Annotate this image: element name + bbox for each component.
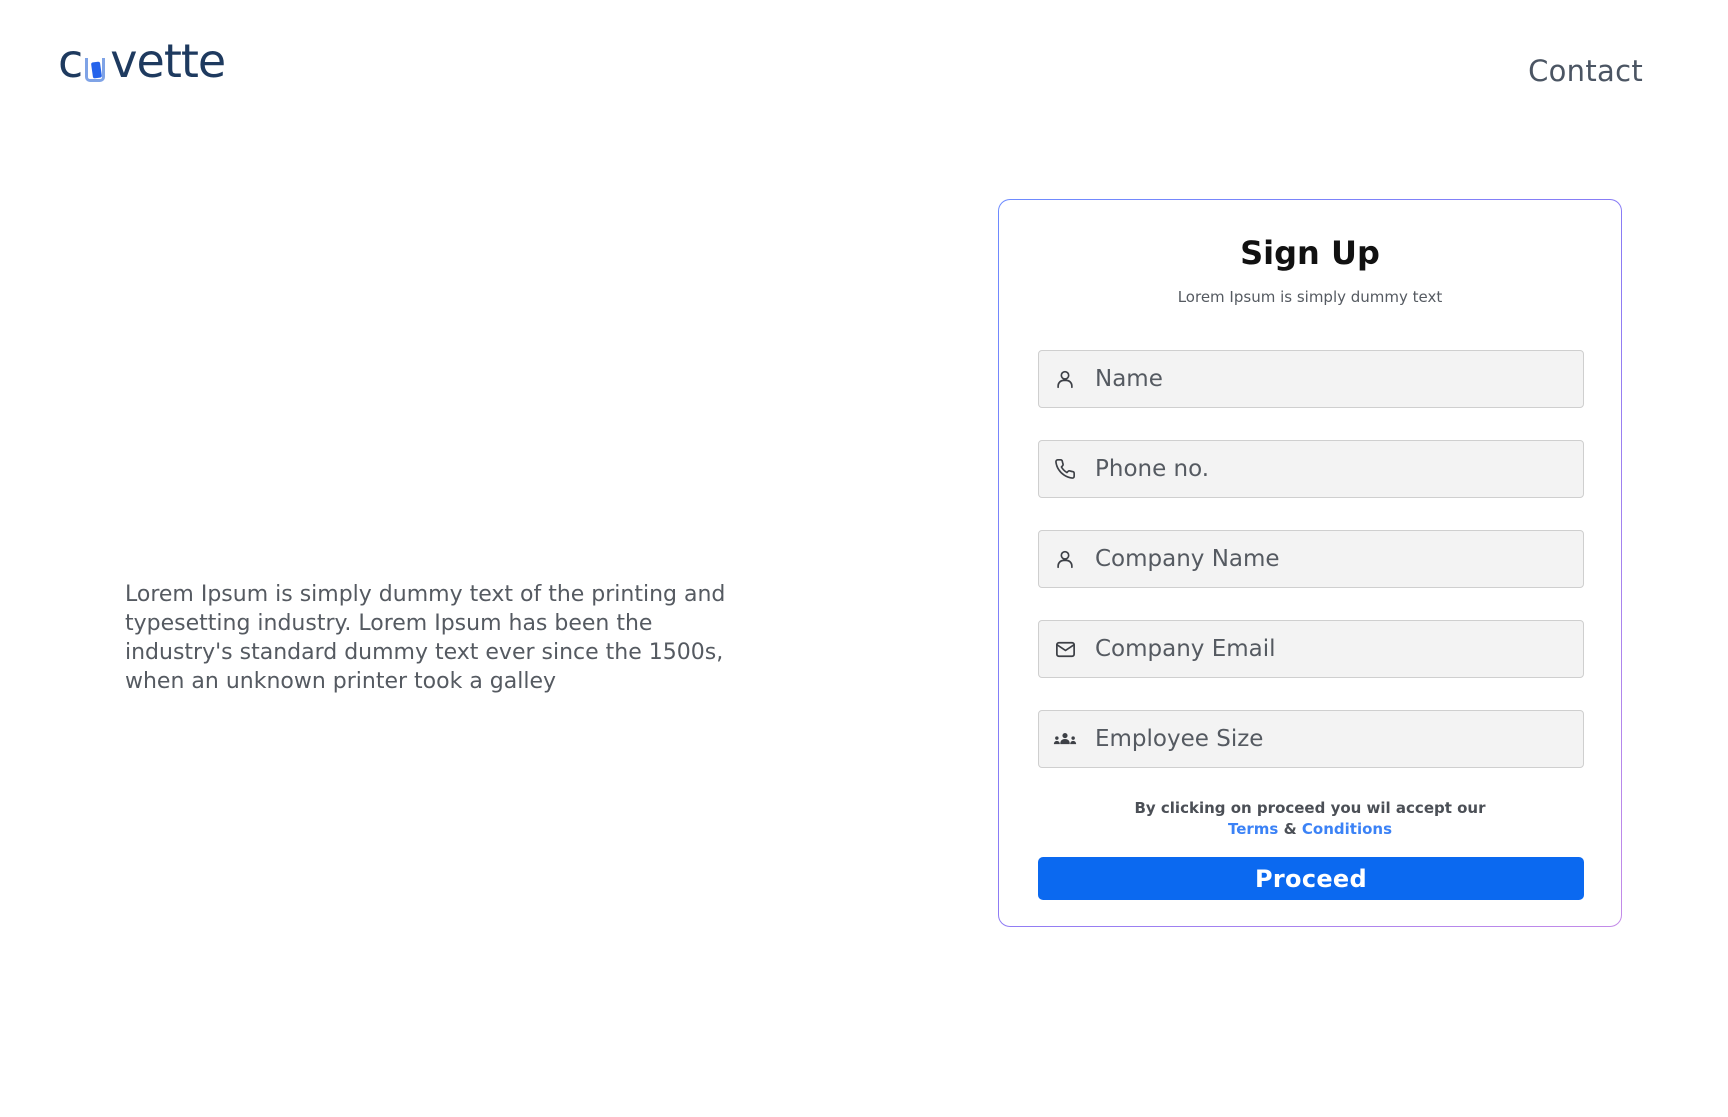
logo-cup-icon <box>83 52 109 82</box>
employee-size-field[interactable] <box>1038 710 1584 768</box>
group-icon <box>1053 727 1077 751</box>
signup-subtitle: Lorem Ipsum is simply dummy text <box>1177 288 1443 306</box>
terms-text: By clicking on proceed you wil accept ou… <box>1134 799 1486 817</box>
proceed-button[interactable]: Proceed <box>1038 857 1584 900</box>
user-icon <box>1053 367 1077 391</box>
user-icon <box>1053 547 1077 571</box>
intro-text: Lorem Ipsum is simply dummy text of the … <box>125 582 726 694</box>
signup-card: Sign Up Lorem Ipsum is simply dummy text <box>998 199 1622 927</box>
company-name-field[interactable] <box>1038 530 1584 588</box>
name-input[interactable] <box>1093 365 1583 393</box>
name-field[interactable] <box>1038 350 1584 408</box>
phone-input[interactable] <box>1093 455 1583 483</box>
phone-field[interactable] <box>1038 440 1584 498</box>
company-email-input[interactable] <box>1093 635 1583 663</box>
signup-title: Sign Up <box>1240 234 1380 272</box>
terms-ampersand: & <box>1283 820 1297 838</box>
employee-size-input[interactable] <box>1093 725 1583 753</box>
logo[interactable]: c vette <box>58 34 226 88</box>
page: c vette Contact Lorem Ipsum is simply du… <box>0 0 1728 1117</box>
logo-suffix: vette <box>110 34 226 88</box>
company-name-input[interactable] <box>1093 545 1583 573</box>
contact-link[interactable]: Contact <box>1528 54 1643 88</box>
company-email-field[interactable] <box>1038 620 1584 678</box>
conditions-link[interactable]: Conditions <box>1302 820 1392 838</box>
phone-icon <box>1053 457 1077 481</box>
logo-prefix: c <box>58 34 83 88</box>
terms-notice: By clicking on proceed you wil accept ou… <box>999 798 1621 840</box>
mail-icon <box>1053 637 1077 661</box>
terms-link[interactable]: Terms <box>1228 820 1278 838</box>
